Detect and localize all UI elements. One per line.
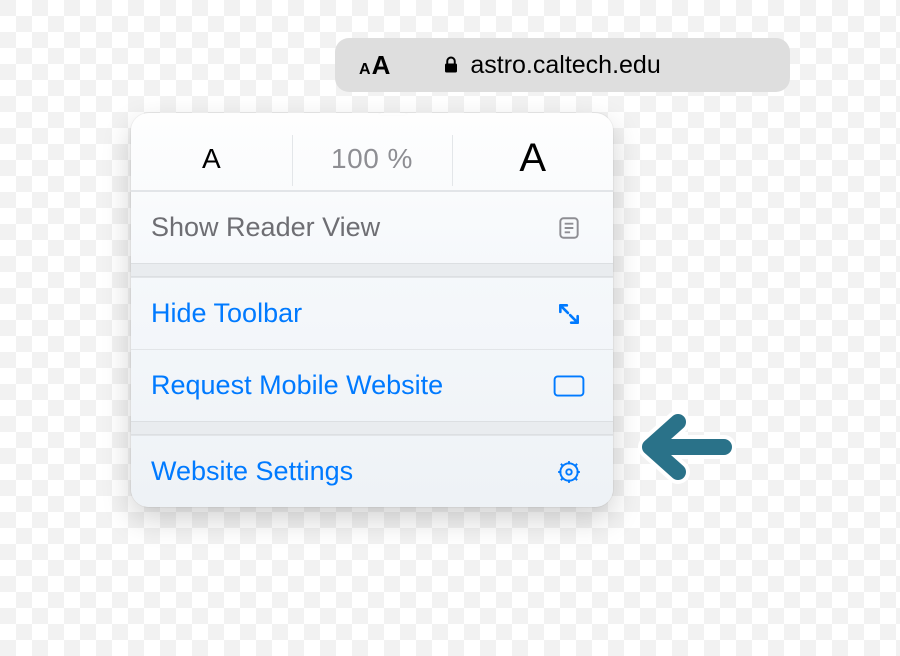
reader-icon	[553, 212, 585, 244]
text-size-aa-button[interactable]: AA	[359, 50, 390, 81]
address-bar[interactable]: AA astro.caltech.edu	[335, 38, 790, 92]
zoom-in-button[interactable]: A	[452, 127, 613, 190]
website-settings-row[interactable]: Website Settings	[131, 435, 613, 507]
show-reader-view-label: Show Reader View	[151, 212, 380, 243]
request-mobile-website-label: Request Mobile Website	[151, 370, 443, 401]
expand-arrows-icon	[553, 298, 585, 330]
divider	[131, 421, 613, 435]
gear-icon	[553, 456, 585, 488]
divider	[131, 263, 613, 277]
text-size-popover: A 100 % A Show Reader View Hide Toolbar	[131, 113, 613, 507]
device-rectangle-icon	[553, 370, 585, 402]
zoom-out-button[interactable]: A	[131, 127, 292, 190]
annotation-arrow-icon	[628, 406, 738, 488]
show-reader-view-row[interactable]: Show Reader View	[131, 191, 613, 263]
website-settings-label: Website Settings	[151, 456, 353, 487]
url-text: astro.caltech.edu	[470, 51, 660, 80]
request-mobile-website-row[interactable]: Request Mobile Website	[131, 349, 613, 421]
lock-icon	[442, 54, 460, 76]
zoom-percent-button[interactable]: 100 %	[292, 127, 453, 190]
hide-toolbar-row[interactable]: Hide Toolbar	[131, 277, 613, 349]
hide-toolbar-label: Hide Toolbar	[151, 298, 302, 329]
zoom-row: A 100 % A	[131, 113, 613, 191]
